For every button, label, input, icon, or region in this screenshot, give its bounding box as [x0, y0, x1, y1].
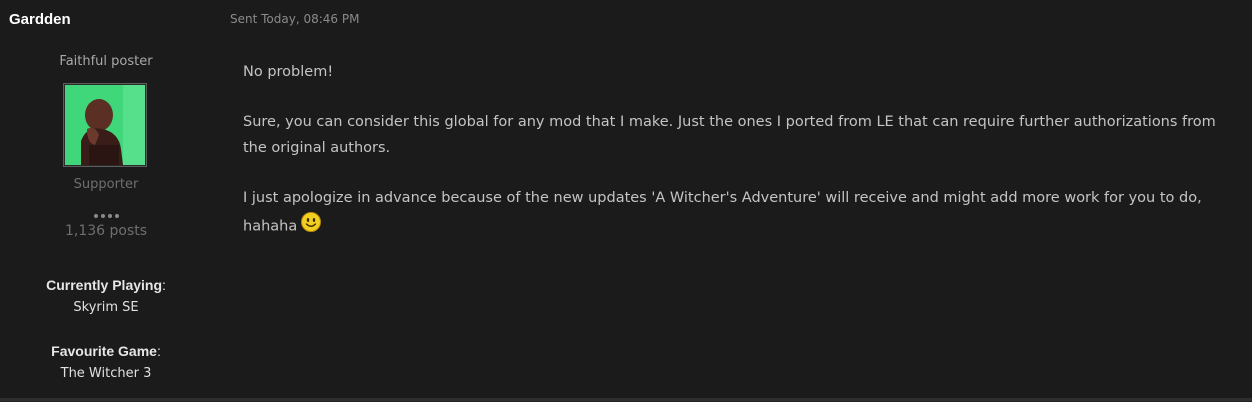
author-sidebar: Faithful poster Supporter 1,136 posts Cu…: [0, 54, 212, 381]
forum-post: Gardden Sent Today, 08:46 PM Faithful po…: [0, 0, 1252, 401]
avatar-image: [65, 85, 145, 165]
post-date: Sent Today, 08:46 PM: [230, 12, 360, 26]
rank-pips: [0, 203, 212, 218]
rank-pip: [93, 214, 98, 218]
favourite-game-value: The Witcher 3: [60, 366, 152, 381]
smile-icon: [300, 211, 322, 242]
author-name-link[interactable]: Gardden: [9, 11, 71, 28]
currently-playing-label: Currently Playing:: [46, 277, 166, 293]
rank-pip: [114, 214, 119, 218]
message-paragraph: Sure, you can consider this global for a…: [243, 114, 1216, 156]
rank-pip: [100, 214, 105, 218]
post-body: No problem! Sure, you can consider this …: [243, 59, 1243, 266]
rank-title: Faithful poster: [59, 54, 153, 69]
avatar[interactable]: [63, 83, 147, 167]
message-paragraph: No problem!: [243, 64, 334, 80]
message-text: I just apologize in advance because of t…: [243, 190, 1202, 235]
favourite-game-label: Favourite Game:: [51, 343, 161, 359]
member-group: Supporter: [73, 177, 139, 192]
currently-playing-value: Skyrim SE: [73, 300, 139, 315]
post-count: 1,136 posts: [64, 223, 148, 239]
message-paragraph: I just apologize in advance because of t…: [243, 185, 1243, 242]
rank-pip: [107, 214, 112, 218]
